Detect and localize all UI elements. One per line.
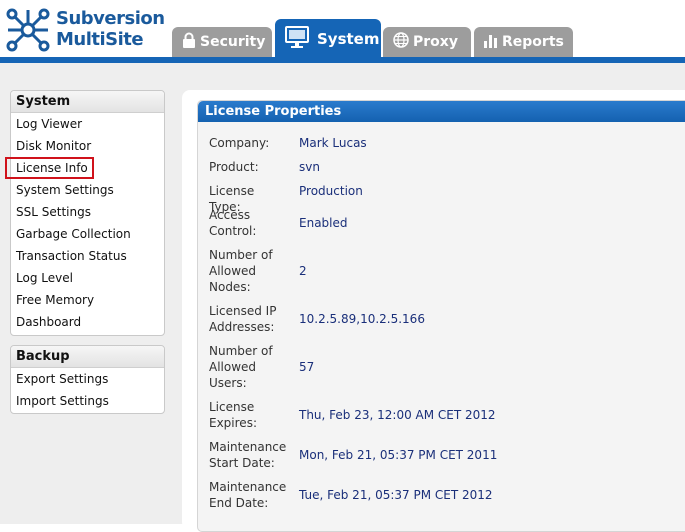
tab-system[interactable]: System (275, 19, 381, 58)
globe-icon (393, 32, 409, 52)
license-properties-panel: License Properties Company: Mark Lucas P… (197, 100, 685, 532)
sidebar-item-system-settings[interactable]: System Settings (11, 179, 164, 201)
prop-value-maintenance-start: Mon, Feb 21, 05:37 PM CET 2011 (299, 448, 498, 462)
sidebar-backup-section: Backup Export Settings Import Settings (10, 345, 165, 414)
network-logo-icon (6, 8, 50, 52)
sidebar-item-garbage-collection[interactable]: Garbage Collection (11, 223, 164, 245)
header: Subversion MultiSite Security System Pro… (0, 0, 685, 60)
prop-label-allowed-nodes: Number of Allowed Nodes: (209, 248, 273, 294)
tab-security[interactable]: Security (172, 27, 272, 57)
monitor-icon (285, 25, 309, 53)
prop-label-maintenance-start: Maintenance Start Date: (209, 440, 287, 470)
prop-value-license-type: Production (299, 184, 363, 198)
tab-proxy-label: Proxy (413, 34, 458, 50)
sidebar-item-log-level[interactable]: Log Level (11, 267, 164, 289)
lock-icon (182, 32, 196, 52)
bar-chart-icon (484, 32, 498, 52)
sidebar-item-free-memory[interactable]: Free Memory (11, 289, 164, 311)
tab-proxy[interactable]: Proxy (383, 27, 471, 57)
prop-label-access-control: Access Control: (209, 208, 257, 238)
app-logo[interactable]: Subversion MultiSite (4, 6, 165, 54)
sidebar-system-title: System (11, 91, 164, 113)
sidebar-system-section: System Log Viewer Disk Monitor License I… (5, 90, 165, 336)
prop-value-allowed-users: 57 (299, 360, 315, 374)
prop-value-company: Mark Lucas (299, 136, 367, 150)
sidebar-item-export-settings[interactable]: Export Settings (11, 368, 164, 390)
prop-value-product: svn (299, 160, 320, 174)
license-properties-title: License Properties (198, 101, 685, 122)
sidebar-item-license-info[interactable]: License Info (5, 157, 94, 179)
tab-security-label: Security (200, 34, 266, 50)
sidebar-item-ssl-settings[interactable]: SSL Settings (11, 201, 164, 223)
prop-value-allowed-nodes: 2 (299, 264, 307, 278)
tab-reports[interactable]: Reports (474, 27, 573, 57)
sidebar-item-disk-monitor[interactable]: Disk Monitor (11, 135, 164, 157)
sidebar-item-transaction-status[interactable]: Transaction Status (11, 245, 164, 267)
prop-label-license-expires: License Expires: (209, 400, 257, 430)
prop-value-maintenance-end: Tue, Feb 21, 05:37 PM CET 2012 (299, 488, 493, 502)
prop-value-licensed-ip: 10.2.5.89,10.2.5.166 (299, 312, 425, 326)
prop-label-company: Company: (209, 136, 270, 150)
sidebar-item-import-settings[interactable]: Import Settings (11, 390, 164, 412)
prop-value-access-control: Enabled (299, 216, 348, 230)
logo-text-line1: Subversion (56, 8, 165, 29)
tab-reports-label: Reports (502, 34, 564, 50)
logo-text-line2: MultiSite (56, 29, 144, 50)
prop-value-license-expires: Thu, Feb 23, 12:00 AM CET 2012 (299, 408, 496, 422)
prop-label-product: Product: (209, 160, 259, 174)
prop-label-licensed-ip: Licensed IP Addresses: (209, 304, 277, 334)
sidebar-backup-title: Backup (11, 346, 164, 368)
sidebar-item-log-viewer[interactable]: Log Viewer (11, 113, 164, 135)
sidebar-item-dashboard[interactable]: Dashboard (11, 311, 164, 333)
prop-label-maintenance-end: Maintenance End Date: (209, 480, 287, 510)
tab-system-label: System (317, 29, 380, 48)
prop-label-allowed-users: Number of Allowed Users: (209, 344, 273, 390)
